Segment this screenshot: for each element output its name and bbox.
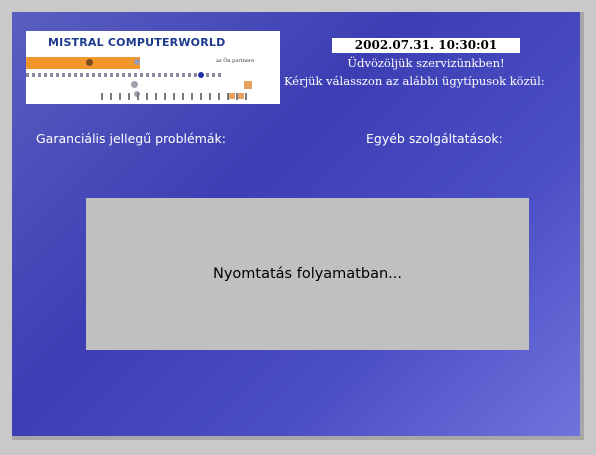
logo-dot	[86, 59, 93, 66]
logo-square	[229, 93, 235, 99]
logo-tagline: az Ön partnere	[216, 58, 255, 64]
logo-title: MISTRAL COMPUTERWORLD	[48, 36, 226, 49]
category-warranty-button[interactable]: Garanciális jellegű problémák:	[36, 131, 226, 146]
category-other-services-button[interactable]: Egyéb szolgáltatások:	[366, 131, 503, 146]
logo-square	[244, 81, 252, 89]
welcome-text: Üdvözöljük szervizünkben!	[347, 56, 505, 70]
logo-dotted-line	[26, 73, 222, 77]
mistral-computerworld-logo: MISTRAL COMPUTERWORLD az Ön partnere	[26, 31, 280, 104]
instruction-text: Kérjük válasszon az alábbi ügytípusok kö…	[284, 74, 545, 88]
logo-orange-band	[26, 57, 140, 69]
datetime-display: 2002.07.31. 10:30:01	[332, 38, 520, 53]
printing-dialog: Nyomtatás folyamatban...	[86, 198, 529, 350]
logo-dot	[131, 81, 138, 88]
logo-dot	[134, 59, 140, 65]
kiosk-screen: MISTRAL COMPUTERWORLD az Ön partnere 200…	[12, 12, 584, 440]
logo-dot	[198, 72, 204, 78]
printing-message: Nyomtatás folyamatban...	[212, 266, 402, 282]
logo-square	[238, 93, 244, 99]
